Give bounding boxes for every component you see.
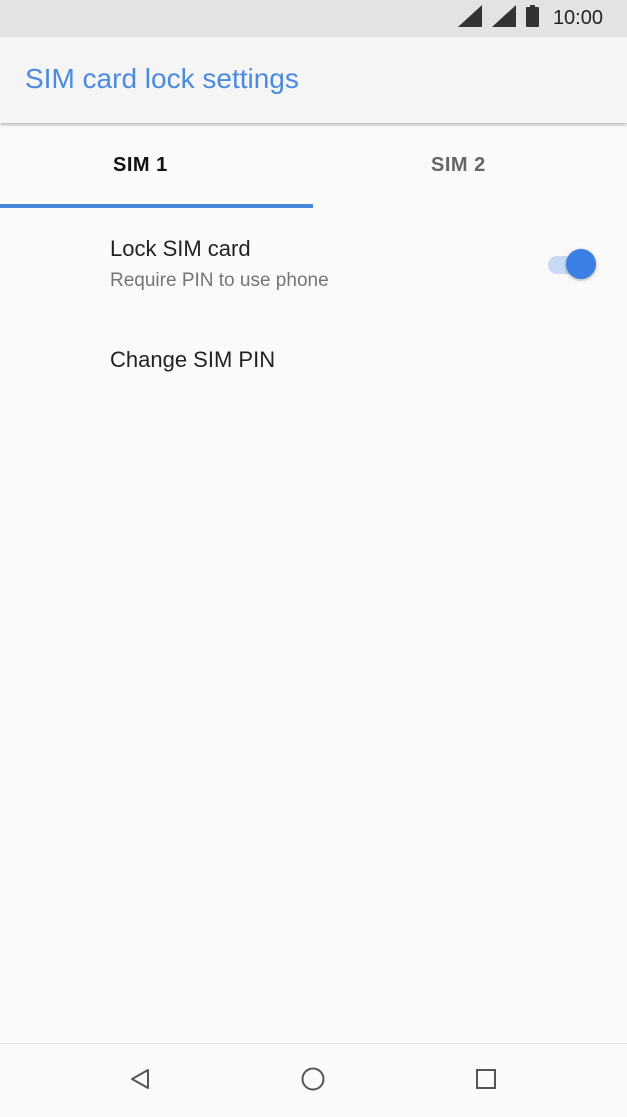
lock-sim-card-preference[interactable]: Lock SIM card Require PIN to use phone bbox=[110, 236, 329, 292]
tab-sim-1[interactable]: SIM 1 bbox=[0, 123, 284, 208]
app-bar: SIM card lock settings bbox=[0, 37, 627, 123]
status-time: 10:00 bbox=[552, 7, 603, 29]
signal-icon bbox=[491, 5, 516, 32]
home-icon[interactable] bbox=[298, 1064, 328, 1094]
tab-bar: SIM 1 SIM 2 bbox=[0, 123, 627, 208]
status-icons: 10:00 bbox=[457, 0, 603, 37]
tab-label: SIM 1 bbox=[113, 154, 168, 176]
lock-sim-toggle[interactable] bbox=[546, 249, 598, 279]
status-bar: 10:00 bbox=[0, 0, 627, 37]
change-sim-pin-preference[interactable]: Change SIM PIN bbox=[110, 347, 275, 373]
preference-summary: Require PIN to use phone bbox=[110, 270, 329, 291]
tab-sim-2[interactable]: SIM 2 bbox=[313, 123, 626, 208]
battery-icon bbox=[525, 5, 539, 32]
tab-indicator bbox=[0, 204, 313, 208]
tab-label: SIM 2 bbox=[431, 154, 486, 176]
toggle-thumb bbox=[566, 249, 596, 279]
navigation-bar bbox=[0, 1043, 627, 1117]
signal-icon bbox=[457, 5, 482, 32]
preference-title: Lock SIM card bbox=[110, 236, 251, 261]
preference-title: Change SIM PIN bbox=[110, 347, 276, 372]
back-icon[interactable] bbox=[125, 1064, 155, 1094]
page-title: SIM card lock settings bbox=[25, 63, 299, 94]
recents-icon[interactable] bbox=[471, 1064, 501, 1094]
